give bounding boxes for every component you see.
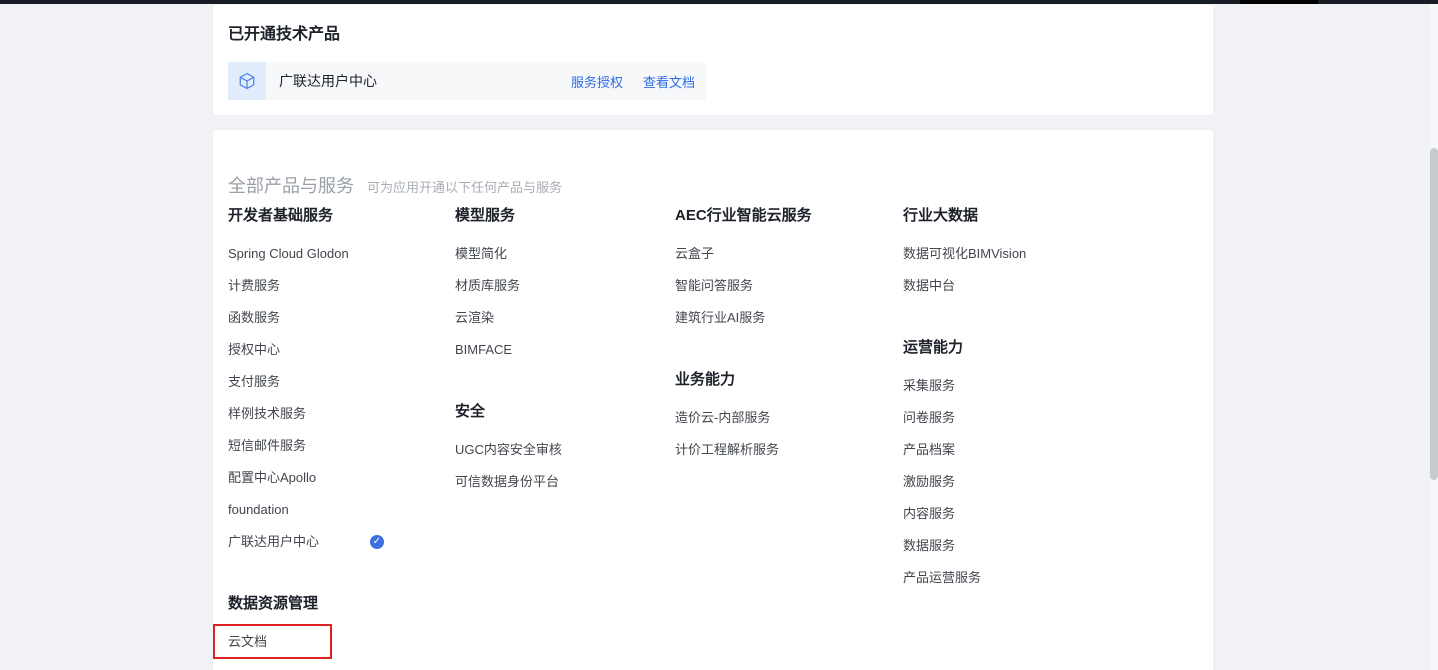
product-item-label: BIMFACE [455,342,512,357]
scrollbar-track[interactable] [1430,4,1438,670]
product-item[interactable]: 广联达用户中心 ✓ [228,526,455,558]
product-item[interactable]: 授权中心 [228,334,455,366]
service-auth-link[interactable]: 服务授权 [571,72,623,91]
product-item[interactable]: 问卷服务 [903,402,1197,434]
check-icon: ✓ [370,535,384,549]
product-item[interactable]: 可信数据身份平台 [455,466,675,498]
product-item-label: 短信邮件服务 [228,438,306,453]
view-docs-link[interactable]: 查看文档 [643,72,695,91]
section-header: 数据资源管理 [228,588,455,620]
product-item-label: 云渲染 [455,310,494,325]
product-item-label: 问卷服务 [903,410,955,425]
product-item[interactable]: 云渲染 [455,302,675,334]
section-header: 运营能力 [903,332,1197,364]
opened-product-row: 广联达用户中心 服务授权 查看文档 [228,62,706,100]
products-column: 行业大数据数据可视化BIMVision 数据中台运营能力采集服务问卷服务产品档案激… [903,200,1197,594]
product-item-label: 产品运营服务 [903,570,981,585]
scrollbar-thumb[interactable] [1430,148,1438,480]
catalog-title: 全部产品与服务 [228,172,354,198]
product-item[interactable]: 数据中台 [903,270,1197,302]
section-header: AEC行业智能云服务 [675,200,903,232]
product-item-label: 内容服务 [903,506,955,521]
product-item-label: 数据中台 [903,278,955,293]
product-item-label: 数据可视化BIMVision [903,246,1026,261]
product-item[interactable]: 函数服务 [228,302,455,334]
product-item-label: 广联达用户中心 [228,534,319,549]
product-item[interactable]: 计价工程解析服务 [675,434,903,466]
opened-products-title: 已开通技术产品 [228,25,1197,45]
section-header: 行业大数据 [903,200,1197,232]
product-item[interactable]: 建筑行业AI服务 [675,302,903,334]
package-cube-icon [238,72,256,90]
product-item[interactable]: 短信邮件服务 [228,430,455,462]
section-header: 模型服务 [455,200,675,232]
product-item-label: 计费服务 [228,278,280,293]
section-header: 业务能力 [675,364,903,396]
product-item[interactable]: Spring Cloud Glodon [228,238,455,270]
product-item-label: foundation [228,502,289,517]
product-item-label: 函数服务 [228,310,280,325]
product-item[interactable]: 数据可视化BIMVision [903,238,1197,270]
catalog-subtitle: 可为应用开通以下任何产品与服务 [367,177,562,196]
product-item[interactable]: 计费服务 [228,270,455,302]
products-column: AEC行业智能云服务云盒子智能问答服务建筑行业AI服务业务能力造价云-内部服务计… [675,200,903,466]
product-item[interactable]: 激励服务 [903,466,1197,498]
top-navbar [0,0,1438,4]
product-item[interactable]: 云盒子 [675,238,903,270]
product-item-label: 支付服务 [228,374,280,389]
product-item[interactable]: 造价云-内部服务 [675,402,903,434]
product-item-label: 模型简化 [455,246,507,261]
product-item-label: 样例技术服务 [228,406,306,421]
section-header: 安全 [455,396,675,428]
opened-products-card: 已开通技术产品 广联达用户中心 服务授权 查看文档 [213,5,1213,115]
product-item-label: 智能问答服务 [675,278,753,293]
product-item-label: 授权中心 [228,342,280,357]
product-item-label: 可信数据身份平台 [455,474,559,489]
product-item-label: 产品档案 [903,442,955,457]
product-name: 广联达用户中心 [279,71,377,91]
section-header: 开发者基础服务 [228,200,455,232]
product-item[interactable]: 样例技术服务 [228,398,455,430]
product-item[interactable]: 材质库服务 [455,270,675,302]
topbar-item[interactable] [1240,0,1318,4]
product-item[interactable]: foundation [228,494,455,526]
product-item[interactable]: UGC内容安全审核 [455,434,675,466]
product-item[interactable]: 模型简化 [455,238,675,270]
product-item[interactable]: 内容服务 [903,498,1197,530]
product-item-label: 建筑行业AI服务 [675,310,765,325]
product-item[interactable]: 采集服务 [903,370,1197,402]
products-column: 模型服务模型简化材质库服务云渲染 BIMFACE 安全 UGC内容安全审核可信数据身份… [455,200,675,498]
product-item-label: 数据服务 [903,538,955,553]
product-item[interactable]: 配置中心Apollo [228,462,455,494]
product-item[interactable]: 云文档 [228,626,455,658]
product-item-label: 云文档 [228,634,267,649]
product-item[interactable]: 智能问答服务 [675,270,903,302]
products-grid: 开发者基础服务 Spring Cloud Glodon 计费服务函数服务授权中心支付… [228,200,1197,658]
product-item[interactable]: 支付服务 [228,366,455,398]
product-item[interactable]: 数据服务 [903,530,1197,562]
product-item[interactable]: 产品运营服务 [903,562,1197,594]
product-icon-box [228,62,266,100]
catalog-title-row: 全部产品与服务 可为应用开通以下任何产品与服务 [228,172,1197,196]
product-item[interactable]: 产品档案 [903,434,1197,466]
product-item-label: 材质库服务 [455,278,520,293]
product-item-label: 配置中心Apollo [228,470,316,485]
product-item-label: Spring Cloud Glodon [228,246,349,261]
product-item-label: UGC内容安全审核 [455,442,562,457]
products-column: 开发者基础服务 Spring Cloud Glodon 计费服务函数服务授权中心支付… [228,200,455,658]
product-item-label: 云盒子 [675,246,714,261]
product-item-label: 计价工程解析服务 [675,442,779,457]
product-item-label: 激励服务 [903,474,955,489]
all-products-card: 全部产品与服务 可为应用开通以下任何产品与服务 开发者基础服务 Spring Cl… [213,130,1213,670]
product-item-label: 采集服务 [903,378,955,393]
product-item-label: 造价云-内部服务 [675,410,770,425]
product-item[interactable]: BIMFACE [455,334,675,366]
